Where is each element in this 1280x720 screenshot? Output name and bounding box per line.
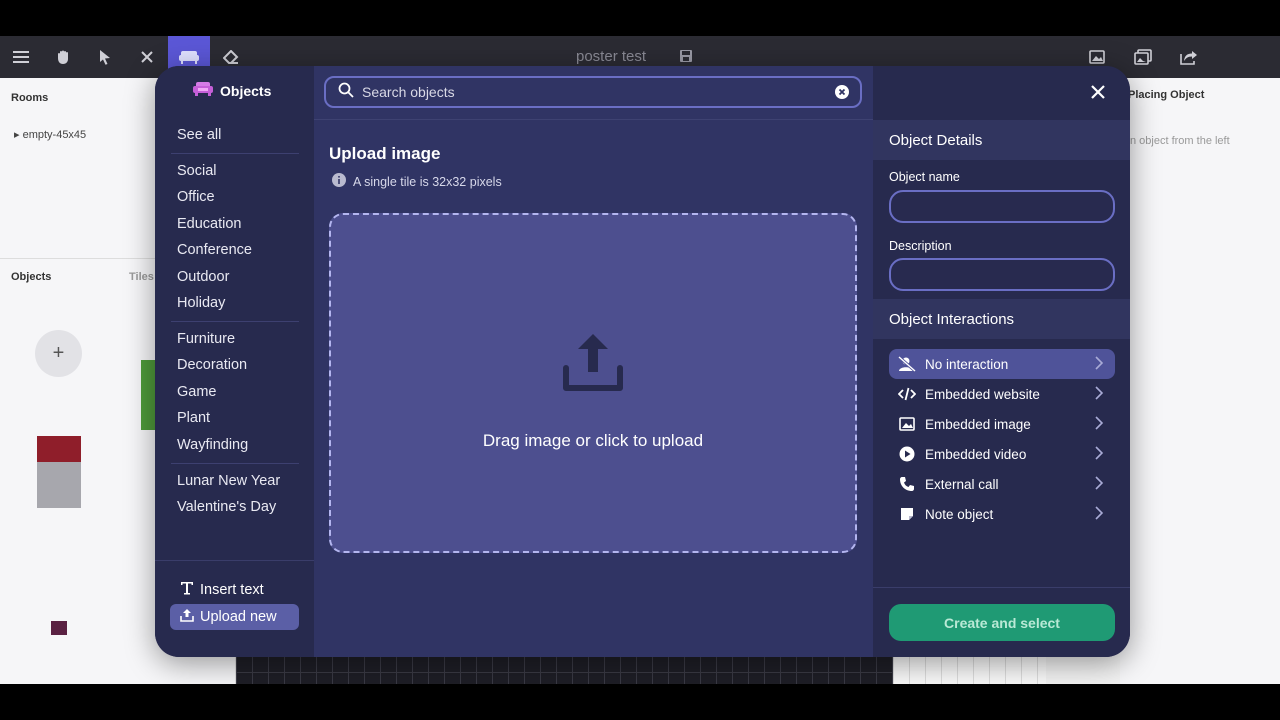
map-grid-floor[interactable] (893, 656, 1046, 684)
code-icon (898, 385, 916, 403)
tile-size-info: A single tile is 32x32 pixels (332, 173, 502, 190)
right-panel: Placing Object n object from the left (1120, 78, 1280, 684)
modal-details-panel: Object Details Object name Description O… (873, 66, 1130, 657)
share-icon[interactable] (1168, 36, 1210, 78)
sidebar-item-social[interactable]: Social (177, 163, 217, 179)
interaction-no-interaction[interactable]: No interaction (889, 349, 1115, 379)
room-item[interactable]: ▸ empty-45x45 (14, 128, 86, 141)
upload-dropzone[interactable]: Drag image or click to upload (329, 213, 857, 553)
sidebar-item-education[interactable]: Education (177, 216, 242, 232)
description-label: Description (889, 239, 952, 253)
sidebar-item-see-all[interactable]: See all (177, 127, 221, 143)
interaction-embedded-video[interactable]: Embedded video (889, 439, 1115, 469)
insert-text-button[interactable]: Insert text (170, 577, 299, 603)
insert-text-label: Insert text (200, 582, 264, 598)
object-interactions-header: Object Interactions (873, 299, 1130, 339)
create-and-select-button[interactable]: Create and select (889, 604, 1115, 641)
sidebar-item-office[interactable]: Office (177, 189, 215, 205)
dropzone-text: Drag image or click to upload (482, 431, 704, 450)
interaction-label: Note object (925, 506, 994, 522)
interaction-external-call[interactable]: External call (889, 469, 1115, 499)
sidebar-item-wayfinding[interactable]: Wayfinding (177, 437, 248, 453)
upload-arrow-icon (560, 328, 626, 399)
hand-icon[interactable] (42, 36, 84, 78)
add-object-button[interactable]: + (35, 330, 82, 377)
modal-center: Upload image A single tile is 32x32 pixe… (314, 66, 873, 657)
placing-object-title: Placing Object (1128, 89, 1205, 101)
interaction-embedded-image[interactable]: Embedded image (889, 409, 1115, 439)
interaction-label: Embedded video (925, 446, 1027, 462)
description-field-wrapper (889, 258, 1115, 291)
chevron-right-icon (1095, 416, 1104, 433)
sidebar-item-game[interactable]: Game (177, 384, 217, 400)
upload-image-title: Upload image (329, 144, 441, 163)
phone-icon (898, 475, 916, 493)
object-thumbnail-kiosk[interactable] (37, 436, 81, 508)
interaction-label: External call (925, 476, 999, 492)
clear-search-icon[interactable] (830, 80, 854, 104)
tiles-tab[interactable]: Tiles (129, 271, 154, 283)
sidebar-header: Objects (193, 81, 271, 100)
cursor-icon[interactable] (84, 36, 126, 78)
menu-icon[interactable] (0, 36, 42, 78)
sidebar-title: Objects (220, 82, 272, 99)
chevron-right-icon (1095, 476, 1104, 493)
rooms-label: Rooms (11, 92, 49, 104)
interaction-label: Embedded image (925, 416, 1031, 432)
chevron-right-icon (1095, 356, 1104, 373)
sidebar-item-decoration[interactable]: Decoration (177, 357, 247, 373)
objects-modal: Objects See all Social Office Education … (155, 66, 1130, 657)
objects-tab[interactable]: Objects (11, 271, 51, 283)
center-divider (314, 119, 873, 120)
object-thumbnail-small[interactable] (51, 621, 67, 635)
note-icon (898, 505, 916, 523)
sidebar-item-lunar-new-year[interactable]: Lunar New Year (177, 473, 280, 489)
details-bottom-divider (873, 587, 1130, 588)
sidebar-item-conference[interactable]: Conference (177, 242, 252, 258)
text-icon (180, 581, 194, 599)
play-icon (898, 445, 916, 463)
search-box (324, 76, 862, 108)
info-icon (332, 173, 346, 190)
interaction-label: No interaction (925, 356, 1009, 372)
tile-size-text: A single tile is 32x32 pixels (353, 174, 502, 189)
chevron-right-icon (1095, 386, 1104, 403)
room-item-label: empty-45x45 (22, 129, 87, 141)
sidebar-divider (171, 321, 299, 322)
sidebar-divider (171, 153, 299, 154)
map-title: poster test (576, 48, 647, 65)
sidebar-bottom-divider (155, 560, 314, 561)
object-name-input[interactable] (891, 192, 1113, 221)
sidebar-item-furniture[interactable]: Furniture (177, 331, 235, 347)
object-thumbnail-green[interactable] (141, 360, 155, 430)
object-name-label: Object name (889, 170, 960, 184)
placing-object-hint: n object from the left (1130, 135, 1230, 147)
interaction-embedded-website[interactable]: Embedded website (889, 379, 1115, 409)
search-input[interactable] (362, 84, 830, 100)
sidebar-item-outdoor[interactable]: Outdoor (177, 269, 229, 285)
sidebar-item-valentines-day[interactable]: Valentine's Day (177, 499, 276, 515)
sidebar-divider (171, 463, 299, 464)
couch-icon (193, 81, 213, 100)
sidebar-item-plant[interactable]: Plant (177, 410, 210, 426)
description-input[interactable] (891, 260, 1113, 289)
interaction-label: Embedded website (925, 386, 1040, 402)
upload-new-label: Upload new (200, 609, 277, 625)
upload-new-button[interactable]: Upload new (170, 604, 299, 630)
chevron-right-icon (1095, 506, 1104, 523)
close-icon[interactable] (1086, 80, 1110, 104)
interaction-note-object[interactable]: Note object (889, 499, 1115, 529)
no-user-icon (898, 355, 916, 373)
chevron-right-icon (1095, 446, 1104, 463)
object-details-header: Object Details (873, 120, 1130, 160)
upload-icon (180, 608, 194, 626)
search-icon (338, 82, 354, 103)
object-name-field-wrapper (889, 190, 1115, 223)
modal-sidebar: Objects See all Social Office Education … (155, 66, 314, 657)
sidebar-item-holiday[interactable]: Holiday (177, 295, 225, 311)
image-icon (898, 415, 916, 433)
